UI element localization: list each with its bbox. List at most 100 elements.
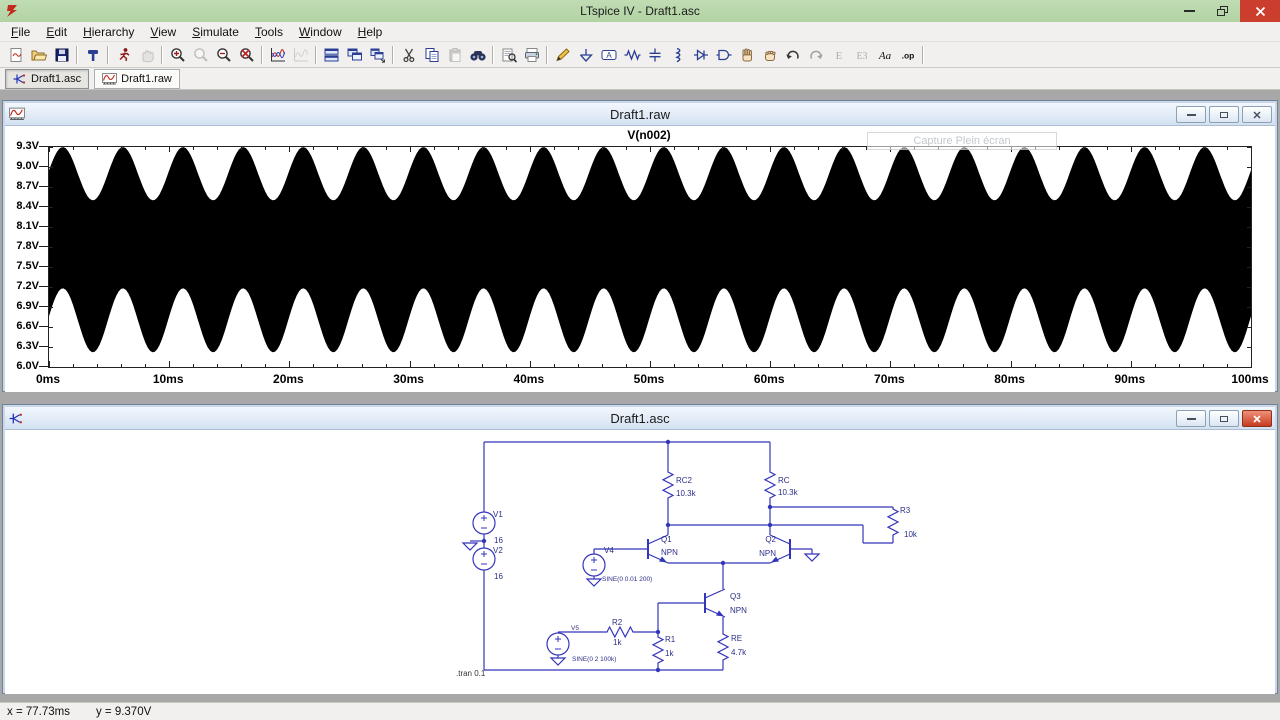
drag-icon <box>764 50 776 61</box>
y-axis-tick <box>49 147 53 148</box>
place-spice-directive-button[interactable]: .op <box>896 44 919 66</box>
control-panel-button[interactable] <box>81 44 104 66</box>
y-axis-tick <box>49 327 53 328</box>
waveform-pane[interactable]: V(n002) Capture Plein écran 9.3V 9.0V 8.7V… <box>5 126 1275 392</box>
component-label: R3 <box>900 506 911 515</box>
resistor-symbol[interactable] <box>886 507 900 537</box>
spice-directive-text[interactable]: .tran 0.1 <box>456 669 486 678</box>
plot-settings-button[interactable] <box>289 44 312 66</box>
y-axis-tick-label: 7.5V <box>16 260 39 272</box>
x-axis-tick <box>169 147 171 152</box>
place-inductor-button[interactable] <box>666 44 689 66</box>
resistor-symbol[interactable] <box>716 632 730 662</box>
x-axis-tick <box>1058 364 1060 367</box>
ground-symbol[interactable] <box>549 657 567 666</box>
tab-draft1-raw[interactable]: Draft1.raw <box>94 68 180 89</box>
copy-button[interactable] <box>420 44 443 66</box>
place-capacitor-button[interactable] <box>643 44 666 66</box>
ground-symbol[interactable] <box>461 542 479 551</box>
mirror-button[interactable]: E <box>827 44 850 66</box>
place-inductor-icon <box>674 47 680 62</box>
plot-area[interactable] <box>48 146 1252 368</box>
toolbar-separator <box>76 45 78 64</box>
open-button[interactable] <box>27 44 50 66</box>
drag-button[interactable] <box>758 44 781 66</box>
draw-wire-button[interactable] <box>551 44 574 66</box>
find-button[interactable] <box>466 44 489 66</box>
tile-horizontally-button[interactable] <box>320 44 343 66</box>
tile-vertically-button[interactable] <box>343 44 366 66</box>
x-axis-tick <box>650 361 651 367</box>
maximize-icon <box>1220 415 1228 422</box>
menu-help[interactable]: Help <box>350 23 391 41</box>
x-axis-tick <box>794 147 796 150</box>
child-maximize-button[interactable] <box>1209 106 1239 123</box>
schematic-canvas[interactable]: V116V216RC210.3kRC10.3kR310kQ1NPNQ2NPNQ3… <box>5 430 1275 694</box>
zoom-out-button[interactable] <box>212 44 235 66</box>
toolbar-separator <box>392 45 394 64</box>
window-restore-button[interactable] <box>1208 0 1238 22</box>
child-close-button[interactable] <box>1242 106 1272 123</box>
save-button[interactable] <box>50 44 73 66</box>
halt-button[interactable] <box>135 44 158 66</box>
resistor-symbol[interactable] <box>661 470 675 500</box>
place-component-button[interactable] <box>712 44 735 66</box>
new-schematic-button[interactable] <box>4 44 27 66</box>
zoom-full-extents-button[interactable] <box>235 44 258 66</box>
place-resistor-button[interactable] <box>620 44 643 66</box>
run-button[interactable] <box>112 44 135 66</box>
undo-button[interactable] <box>781 44 804 66</box>
x-axis-tick <box>962 364 964 367</box>
cascade-windows-icon <box>370 48 385 63</box>
print-button[interactable] <box>520 44 543 66</box>
menu-simulate[interactable]: Simulate <box>184 23 247 41</box>
child-minimize-button[interactable] <box>1176 410 1206 427</box>
cut-icon <box>402 48 414 62</box>
place-text-button[interactable]: Aa <box>873 44 896 66</box>
trace-label[interactable]: V(n002) <box>48 128 1250 142</box>
x-axis-tick <box>674 364 676 367</box>
window-minimize-button[interactable] <box>1174 0 1204 22</box>
menu-hierarchy[interactable]: Hierarchy <box>75 23 142 41</box>
menu-window[interactable]: Window <box>291 23 350 41</box>
x-axis-tick-label: 80ms <box>994 372 1025 386</box>
window-close-button[interactable] <box>1240 0 1280 22</box>
child-maximize-button[interactable] <box>1209 410 1239 427</box>
cascade-windows-button[interactable] <box>366 44 389 66</box>
print-preview-button[interactable] <box>497 44 520 66</box>
y-axis-tick <box>49 227 53 228</box>
child-minimize-button[interactable] <box>1176 106 1206 123</box>
place-net-label-icon: A <box>601 49 616 60</box>
rotate-button[interactable]: E3 <box>850 44 873 66</box>
x-axis-tick <box>73 147 75 150</box>
zoom-area-button[interactable] <box>189 44 212 66</box>
component-label: R2 <box>612 618 623 627</box>
x-axis-tick <box>866 364 868 367</box>
place-net-label-button[interactable]: A <box>597 44 620 66</box>
resistor-symbol[interactable] <box>763 470 777 500</box>
zoom-in-button[interactable] <box>166 44 189 66</box>
x-axis-tick <box>193 364 195 367</box>
x-axis-tick-label: 100ms <box>1231 372 1269 386</box>
autorange-y-axis-button[interactable] <box>266 44 289 66</box>
menu-file[interactable]: File <box>3 23 38 41</box>
place-diode-button[interactable] <box>689 44 712 66</box>
resistor-symbol[interactable] <box>605 625 635 639</box>
cut-button[interactable] <box>397 44 420 66</box>
resistor-symbol[interactable] <box>651 635 665 665</box>
menu-edit[interactable]: Edit <box>38 23 75 41</box>
svg-text:.op: .op <box>901 50 914 60</box>
ground-symbol[interactable] <box>803 553 821 562</box>
redo-button[interactable] <box>804 44 827 66</box>
component-label: NPN <box>759 549 776 558</box>
component-label: R1 <box>665 635 676 644</box>
tab-draft1-asc[interactable]: Draft1.asc <box>5 68 90 89</box>
move-button[interactable] <box>735 44 758 66</box>
x-axis-tick <box>842 364 844 367</box>
paste-button[interactable] <box>443 44 466 66</box>
menu-tools[interactable]: Tools <box>247 23 291 41</box>
menu-view[interactable]: View <box>142 23 184 41</box>
ground-symbol[interactable] <box>585 578 603 587</box>
child-close-button[interactable] <box>1242 410 1272 427</box>
place-ground-button[interactable] <box>574 44 597 66</box>
